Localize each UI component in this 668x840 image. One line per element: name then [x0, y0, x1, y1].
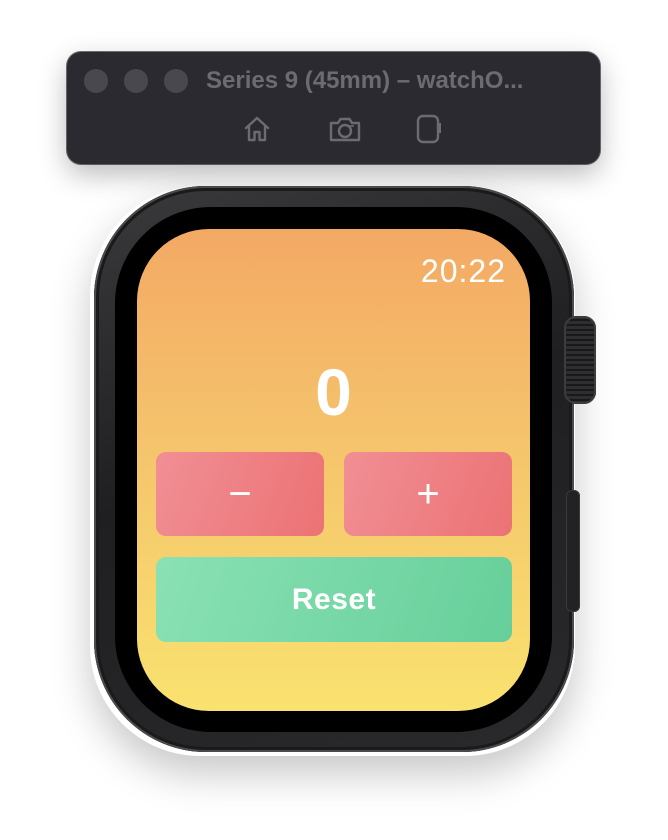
- screenshot-button[interactable]: [328, 112, 362, 146]
- camera-icon: [328, 114, 362, 144]
- watch-screen: 20:22 0 − + Reset: [137, 229, 530, 711]
- reset-button-label: Reset: [291, 582, 377, 616]
- zoom-window-button[interactable]: [164, 69, 188, 93]
- rotate-device-button[interactable]: [411, 112, 445, 146]
- status-time: 20:22: [420, 253, 506, 289]
- window-title: Series 9 (45mm) – watchO...: [206, 67, 524, 94]
- decrement-button[interactable]: −: [156, 452, 324, 536]
- minimize-window-button[interactable]: [124, 69, 148, 93]
- plus-icon: +: [416, 472, 440, 516]
- rotate-device-icon: [414, 113, 442, 145]
- minus-icon: −: [228, 472, 252, 516]
- reset-button[interactable]: Reset: [156, 557, 512, 642]
- counter-value: 0: [315, 355, 352, 429]
- increment-button[interactable]: +: [344, 452, 512, 536]
- side-button[interactable]: [566, 490, 580, 612]
- close-window-button[interactable]: [84, 69, 108, 93]
- simulator-window-toolbar: Series 9 (45mm) – watchO...: [67, 52, 600, 164]
- simulator-stage: Series 9 (45mm) – watchO... 20:22 0 − + …: [0, 0, 668, 840]
- digital-crown[interactable]: [564, 316, 596, 404]
- home-icon: [242, 114, 272, 144]
- home-button[interactable]: [240, 112, 274, 146]
